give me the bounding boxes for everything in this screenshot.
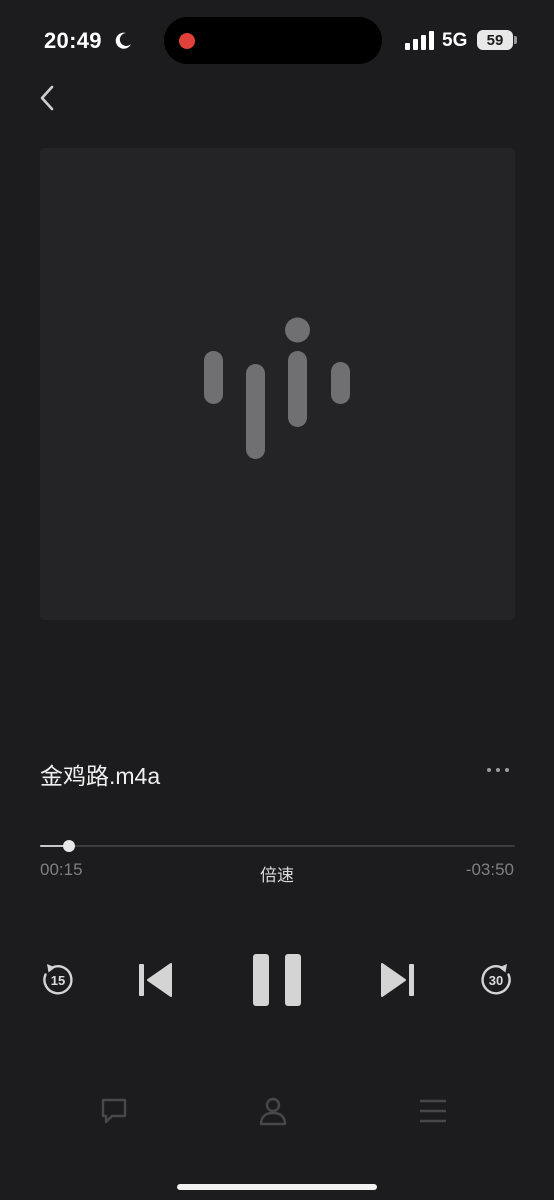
rewind-seconds: 15 xyxy=(50,973,66,988)
audio-player-screen: 20:49 5G 59 金鸡路.m4a 00:15 倍速 -03:50 15 3… xyxy=(0,0,554,1200)
network-type: 5G xyxy=(442,30,468,51)
signal-icon xyxy=(405,31,434,50)
status-time: 20:49 xyxy=(44,28,102,53)
waveform-dot xyxy=(285,317,310,343)
more-horizontal-icon xyxy=(496,768,500,772)
forward-30-button[interactable]: 30 xyxy=(478,962,514,998)
forward-seconds: 30 xyxy=(488,973,504,988)
time-elapsed: 00:15 xyxy=(40,860,83,879)
progress-thumb[interactable] xyxy=(62,840,75,852)
progress-bar[interactable] xyxy=(40,840,515,852)
home-indicator[interactable] xyxy=(177,1184,377,1190)
waveform-bar xyxy=(288,351,307,427)
battery-tip xyxy=(514,36,517,44)
battery-level: 59 xyxy=(486,31,504,49)
battery-icon: 59 xyxy=(477,30,513,50)
time-remaining: -03:50 xyxy=(465,860,514,879)
moon-icon xyxy=(115,32,131,49)
waveform-bar xyxy=(331,362,350,404)
waveform-bar xyxy=(246,364,265,459)
skip-next-button[interactable] xyxy=(378,962,416,998)
playback-speed-button[interactable]: 倍速 xyxy=(237,861,317,886)
menu-icon[interactable] xyxy=(417,1095,449,1127)
more-horizontal-icon xyxy=(505,768,509,772)
skip-previous-button[interactable] xyxy=(137,962,175,998)
recording-indicator-icon xyxy=(179,33,195,49)
comment-icon[interactable] xyxy=(98,1095,130,1127)
track-title: 金鸡路.m4a xyxy=(40,763,161,789)
profile-icon[interactable] xyxy=(257,1095,289,1127)
waveform-bar xyxy=(204,351,223,404)
pause-button[interactable] xyxy=(251,952,303,1008)
dynamic-island xyxy=(164,17,382,64)
back-button[interactable] xyxy=(34,82,62,114)
waveform-bars xyxy=(204,317,350,459)
more-horizontal-icon xyxy=(487,768,491,772)
more-options-button[interactable] xyxy=(480,760,516,780)
rewind-15-button[interactable]: 15 xyxy=(40,962,76,998)
